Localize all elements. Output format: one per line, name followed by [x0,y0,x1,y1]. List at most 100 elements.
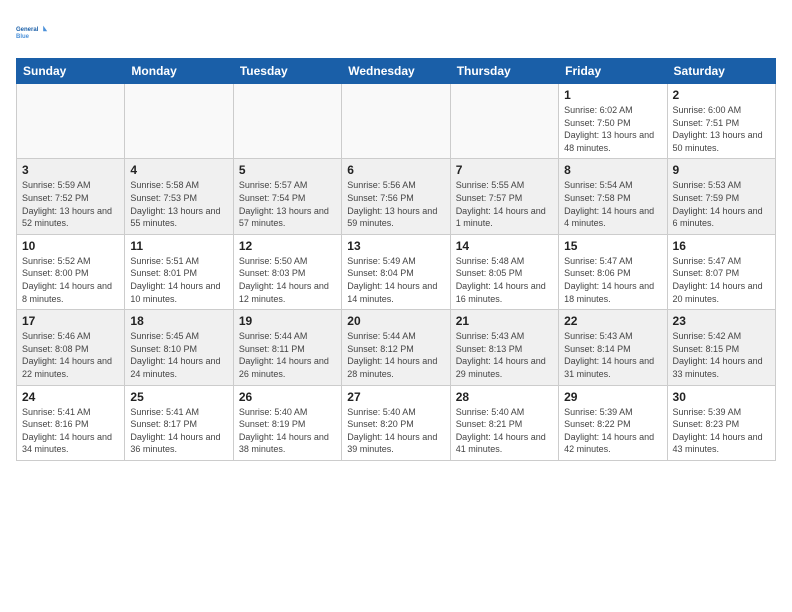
day-number: 6 [347,163,444,177]
calendar-day-cell [125,84,233,159]
day-info: Sunrise: 5:43 AM Sunset: 8:13 PM Dayligh… [456,330,553,380]
day-header: Wednesday [342,59,450,84]
calendar-day-cell: 13 Sunrise: 5:49 AM Sunset: 8:04 PM Dayli… [342,234,450,309]
day-info: Sunrise: 5:53 AM Sunset: 7:59 PM Dayligh… [673,179,770,229]
calendar-day-cell: 23 Sunrise: 5:42 AM Sunset: 8:15 PM Dayli… [667,310,775,385]
day-info: Sunrise: 5:56 AM Sunset: 7:56 PM Dayligh… [347,179,444,229]
day-number: 2 [673,88,770,102]
day-info: Sunrise: 5:48 AM Sunset: 8:05 PM Dayligh… [456,255,553,305]
day-header: Sunday [17,59,125,84]
day-number: 21 [456,314,553,328]
day-number: 28 [456,390,553,404]
day-header: Monday [125,59,233,84]
calendar-week-row: 17 Sunrise: 5:46 AM Sunset: 8:08 PM Dayli… [17,310,776,385]
day-info: Sunrise: 5:49 AM Sunset: 8:04 PM Dayligh… [347,255,444,305]
day-info: Sunrise: 5:44 AM Sunset: 8:12 PM Dayligh… [347,330,444,380]
calendar-day-cell: 9 Sunrise: 5:53 AM Sunset: 7:59 PM Daylig… [667,159,775,234]
day-info: Sunrise: 5:44 AM Sunset: 8:11 PM Dayligh… [239,330,336,380]
svg-text:General: General [16,27,39,33]
calendar-day-cell: 3 Sunrise: 5:59 AM Sunset: 7:52 PM Daylig… [17,159,125,234]
day-info: Sunrise: 5:52 AM Sunset: 8:00 PM Dayligh… [22,255,119,305]
day-info: Sunrise: 5:40 AM Sunset: 8:19 PM Dayligh… [239,406,336,456]
day-info: Sunrise: 5:54 AM Sunset: 7:58 PM Dayligh… [564,179,661,229]
day-info: Sunrise: 5:51 AM Sunset: 8:01 PM Dayligh… [130,255,227,305]
day-header: Tuesday [233,59,341,84]
day-number: 29 [564,390,661,404]
day-number: 26 [239,390,336,404]
calendar-day-cell: 2 Sunrise: 6:00 AM Sunset: 7:51 PM Daylig… [667,84,775,159]
calendar-week-row: 1 Sunrise: 6:02 AM Sunset: 7:50 PM Daylig… [17,84,776,159]
day-number: 9 [673,163,770,177]
svg-text:Blue: Blue [16,34,30,40]
calendar-day-cell: 10 Sunrise: 5:52 AM Sunset: 8:00 PM Dayli… [17,234,125,309]
day-info: Sunrise: 5:42 AM Sunset: 8:15 PM Dayligh… [673,330,770,380]
day-number: 18 [130,314,227,328]
day-number: 8 [564,163,661,177]
calendar-header-row: SundayMondayTuesdayWednesdayThursdayFrid… [17,59,776,84]
day-number: 20 [347,314,444,328]
day-number: 5 [239,163,336,177]
calendar-day-cell [342,84,450,159]
day-number: 15 [564,239,661,253]
calendar-day-cell: 14Sunrise: 5:48 AM Sunset: 8:05 PM Dayli… [450,234,558,309]
calendar-week-row: 3 Sunrise: 5:59 AM Sunset: 7:52 PM Daylig… [17,159,776,234]
calendar-day-cell: 22Sunrise: 5:43 AM Sunset: 8:14 PM Dayli… [559,310,667,385]
day-number: 23 [673,314,770,328]
calendar-day-cell: 20 Sunrise: 5:44 AM Sunset: 8:12 PM Dayli… [342,310,450,385]
day-info: Sunrise: 5:58 AM Sunset: 7:53 PM Dayligh… [130,179,227,229]
calendar-day-cell: 25 Sunrise: 5:41 AM Sunset: 8:17 PM Dayli… [125,385,233,460]
logo-icon: GeneralBlue [16,16,48,48]
day-info: Sunrise: 5:59 AM Sunset: 7:52 PM Dayligh… [22,179,119,229]
day-number: 30 [673,390,770,404]
day-header: Thursday [450,59,558,84]
day-number: 13 [347,239,444,253]
calendar-day-cell: 21 Sunrise: 5:43 AM Sunset: 8:13 PM Dayli… [450,310,558,385]
calendar-day-cell: 17 Sunrise: 5:46 AM Sunset: 8:08 PM Dayli… [17,310,125,385]
day-info: Sunrise: 5:40 AM Sunset: 8:21 PM Dayligh… [456,406,553,456]
day-info: Sunrise: 5:47 AM Sunset: 8:06 PM Dayligh… [564,255,661,305]
calendar-day-cell: 5Sunrise: 5:57 AM Sunset: 7:54 PM Daylig… [233,159,341,234]
day-number: 7 [456,163,553,177]
day-info: Sunrise: 5:39 AM Sunset: 8:22 PM Dayligh… [564,406,661,456]
day-number: 19 [239,314,336,328]
calendar-day-cell: 30 Sunrise: 5:39 AM Sunset: 8:23 PM Dayli… [667,385,775,460]
header: GeneralBlue [16,16,776,48]
calendar-day-cell: 29 Sunrise: 5:39 AM Sunset: 8:22 PM Dayli… [559,385,667,460]
day-number: 3 [22,163,119,177]
logo: GeneralBlue [16,16,48,48]
day-number: 11 [130,239,227,253]
day-info: Sunrise: 5:40 AM Sunset: 8:20 PM Dayligh… [347,406,444,456]
day-info: Sunrise: 6:02 AM Sunset: 7:50 PM Dayligh… [564,104,661,154]
day-info: Sunrise: 5:41 AM Sunset: 8:17 PM Dayligh… [130,406,227,456]
day-number: 22 [564,314,661,328]
calendar-day-cell: 27 Sunrise: 5:40 AM Sunset: 8:20 PM Dayli… [342,385,450,460]
day-info: Sunrise: 5:47 AM Sunset: 8:07 PM Dayligh… [673,255,770,305]
day-info: Sunrise: 5:39 AM Sunset: 8:23 PM Dayligh… [673,406,770,456]
day-header: Saturday [667,59,775,84]
day-number: 27 [347,390,444,404]
calendar-day-cell: 4Sunrise: 5:58 AM Sunset: 7:53 PM Daylig… [125,159,233,234]
calendar-day-cell: 12 Sunrise: 5:50 AM Sunset: 8:03 PM Dayli… [233,234,341,309]
calendar-day-cell: 1 Sunrise: 6:02 AM Sunset: 7:50 PM Daylig… [559,84,667,159]
calendar-week-row: 10 Sunrise: 5:52 AM Sunset: 8:00 PM Dayli… [17,234,776,309]
calendar-day-cell [233,84,341,159]
day-number: 17 [22,314,119,328]
day-number: 24 [22,390,119,404]
day-info: Sunrise: 6:00 AM Sunset: 7:51 PM Dayligh… [673,104,770,154]
calendar-day-cell: 11 Sunrise: 5:51 AM Sunset: 8:01 PM Dayli… [125,234,233,309]
calendar-day-cell: 28 Sunrise: 5:40 AM Sunset: 8:21 PM Dayli… [450,385,558,460]
day-info: Sunrise: 5:55 AM Sunset: 7:57 PM Dayligh… [456,179,553,229]
day-info: Sunrise: 5:45 AM Sunset: 8:10 PM Dayligh… [130,330,227,380]
day-number: 12 [239,239,336,253]
day-number: 25 [130,390,227,404]
day-info: Sunrise: 5:50 AM Sunset: 8:03 PM Dayligh… [239,255,336,305]
day-number: 10 [22,239,119,253]
day-number: 1 [564,88,661,102]
calendar-day-cell: 15 Sunrise: 5:47 AM Sunset: 8:06 PM Dayli… [559,234,667,309]
calendar-week-row: 24Sunrise: 5:41 AM Sunset: 8:16 PM Dayli… [17,385,776,460]
calendar-day-cell: 16Sunrise: 5:47 AM Sunset: 8:07 PM Dayli… [667,234,775,309]
calendar-day-cell: 26 Sunrise: 5:40 AM Sunset: 8:19 PM Dayli… [233,385,341,460]
day-info: Sunrise: 5:46 AM Sunset: 8:08 PM Dayligh… [22,330,119,380]
calendar-day-cell: 7 Sunrise: 5:55 AM Sunset: 7:57 PM Daylig… [450,159,558,234]
calendar-day-cell: 6 Sunrise: 5:56 AM Sunset: 7:56 PM Daylig… [342,159,450,234]
